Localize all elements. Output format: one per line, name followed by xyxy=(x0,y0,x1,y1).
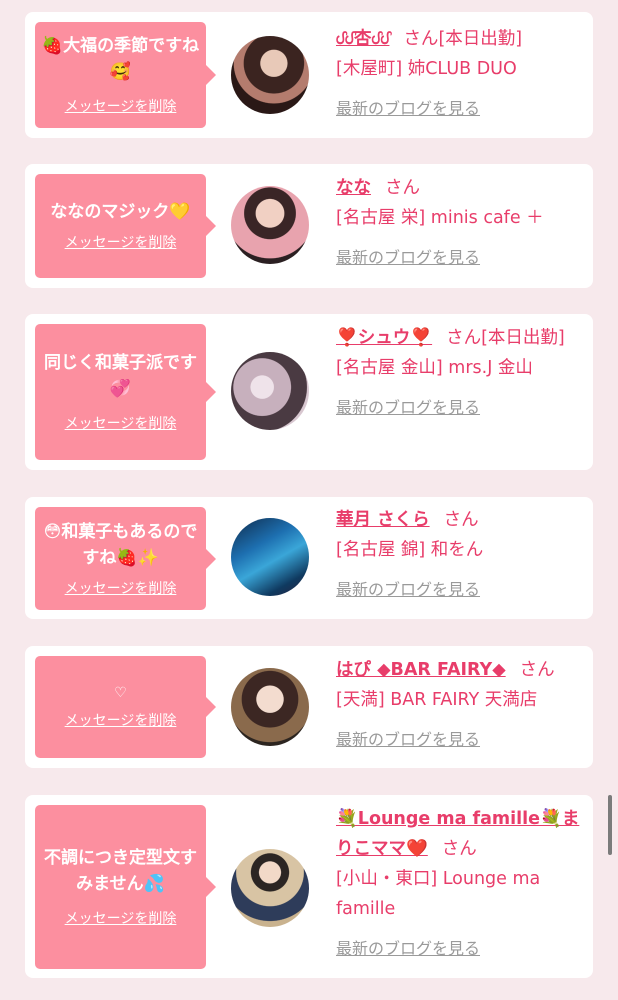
honorific: さん xyxy=(519,660,555,680)
status-text: [本日出勤] xyxy=(481,328,565,348)
message-bubble: ♡ メッセージを削除 xyxy=(35,656,216,758)
message-text: 😳和菓子もあるのですね🍓✨ xyxy=(43,521,198,568)
delete-message-link[interactable]: メッセージを削除 xyxy=(65,711,177,731)
delete-message-link[interactable]: メッセージを削除 xyxy=(65,414,177,434)
message-text: 同じく和菓子派です💞 xyxy=(44,353,197,399)
cast-name-link[interactable]: ᦔᦔ杏ᦔᦔ xyxy=(336,29,389,49)
honorific: さん xyxy=(403,29,439,49)
cast-name-link[interactable]: 華月 さくら xyxy=(336,510,430,530)
cast-info: ᦔᦔ杏ᦔᦔ さん[本日出勤] [木屋町] 姉CLUB DUO 最新のブログを見る xyxy=(336,24,586,124)
message-card: 同じく和菓子派です💞 メッセージを削除 ❣️シュウ❣️ さん[本日出勤] [名古屋… xyxy=(25,314,593,470)
message-bubble: 😳和菓子もあるのですね🍓✨ メッセージを削除 xyxy=(35,507,216,610)
shop-area: [木屋町] 姉CLUB DUO xyxy=(336,59,517,79)
status-text: [本日出勤] xyxy=(438,29,523,49)
cast-name-link[interactable]: はぴ ◆BAR FAIRY◆ xyxy=(336,660,506,680)
honorific: さん xyxy=(443,510,479,530)
honorific: さん xyxy=(446,328,482,348)
message-card: 😳和菓子もあるのですね🍓✨ メッセージを削除 華月 さくら さん [名古屋 錦] … xyxy=(25,497,593,619)
avatar[interactable] xyxy=(231,849,309,927)
delete-message-link[interactable]: メッセージを削除 xyxy=(65,579,177,599)
message-card: ななのマジック💛 メッセージを削除 なな さん [名古屋 栄] minis caf… xyxy=(25,164,593,288)
cast-info: 華月 さくら さん [名古屋 錦] 和をん 最新のブログを見る xyxy=(336,505,586,605)
cast-info: ❣️シュウ❣️ さん[本日出勤] [名古屋 金山] mrs.J 金山 最新のブログ… xyxy=(336,323,586,423)
message-card: 🍓大福の季節ですね🥰 メッセージを削除 ᦔᦔ杏ᦔᦔ さん[本日出勤] [木屋町] … xyxy=(25,12,593,138)
latest-blog-link[interactable]: 最新のブログを見る xyxy=(336,99,480,118)
shop-area: [名古屋 栄] minis cafe ＋ xyxy=(336,208,544,228)
shop-area: [天満] BAR FAIRY 天満店 xyxy=(336,690,538,710)
cast-name-link[interactable]: なな xyxy=(336,178,371,198)
delete-message-link[interactable]: メッセージを削除 xyxy=(65,909,177,929)
avatar[interactable] xyxy=(231,518,309,596)
latest-blog-link[interactable]: 最新のブログを見る xyxy=(336,939,480,958)
latest-blog-link[interactable]: 最新のブログを見る xyxy=(336,580,480,599)
message-text: 不調につき定型文すみません💦 xyxy=(44,848,197,894)
message-bubble: 🍓大福の季節ですね🥰 メッセージを削除 xyxy=(35,22,216,128)
cast-info: 💐Lounge ma famille💐まりこママ❤️ さん [小山・東口] Lou… xyxy=(336,804,586,964)
shop-area: [名古屋 錦] 和をん xyxy=(336,540,484,560)
shop-area: [小山・東口] Lounge ma famille xyxy=(336,869,541,919)
message-card: 不調につき定型文すみません💦 メッセージを削除 💐Lounge ma famil… xyxy=(25,795,593,978)
message-bubble: ななのマジック💛 メッセージを削除 xyxy=(35,174,216,278)
latest-blog-link[interactable]: 最新のブログを見る xyxy=(336,248,480,267)
avatar[interactable] xyxy=(231,186,309,264)
message-text: ♡ xyxy=(114,685,127,701)
latest-blog-link[interactable]: 最新のブログを見る xyxy=(336,730,480,749)
avatar[interactable] xyxy=(231,352,309,430)
message-text: 🍓大福の季節ですね🥰 xyxy=(41,36,200,82)
honorific: さん xyxy=(385,178,420,198)
shop-area: [名古屋 金山] mrs.J 金山 xyxy=(336,358,533,378)
message-text: ななのマジック💛 xyxy=(50,202,191,222)
cast-name-link[interactable]: ❣️シュウ❣️ xyxy=(336,328,432,348)
delete-message-link[interactable]: メッセージを削除 xyxy=(65,97,177,117)
avatar[interactable] xyxy=(231,36,309,114)
message-bubble: 同じく和菓子派です💞 メッセージを削除 xyxy=(35,324,216,460)
avatar[interactable] xyxy=(231,668,309,746)
cast-info: なな さん [名古屋 栄] minis cafe ＋ 最新のブログを見る xyxy=(336,173,586,273)
cast-info: はぴ ◆BAR FAIRY◆ さん [天満] BAR FAIRY 天満店 最新のブ… xyxy=(336,655,586,755)
scrollbar[interactable] xyxy=(608,795,612,855)
delete-message-link[interactable]: メッセージを削除 xyxy=(65,233,177,253)
honorific: さん xyxy=(441,839,477,859)
latest-blog-link[interactable]: 最新のブログを見る xyxy=(336,398,480,417)
message-bubble: 不調につき定型文すみません💦 メッセージを削除 xyxy=(35,805,216,969)
message-card: ♡ メッセージを削除 はぴ ◆BAR FAIRY◆ さん [天満] BAR FAI… xyxy=(25,646,593,768)
